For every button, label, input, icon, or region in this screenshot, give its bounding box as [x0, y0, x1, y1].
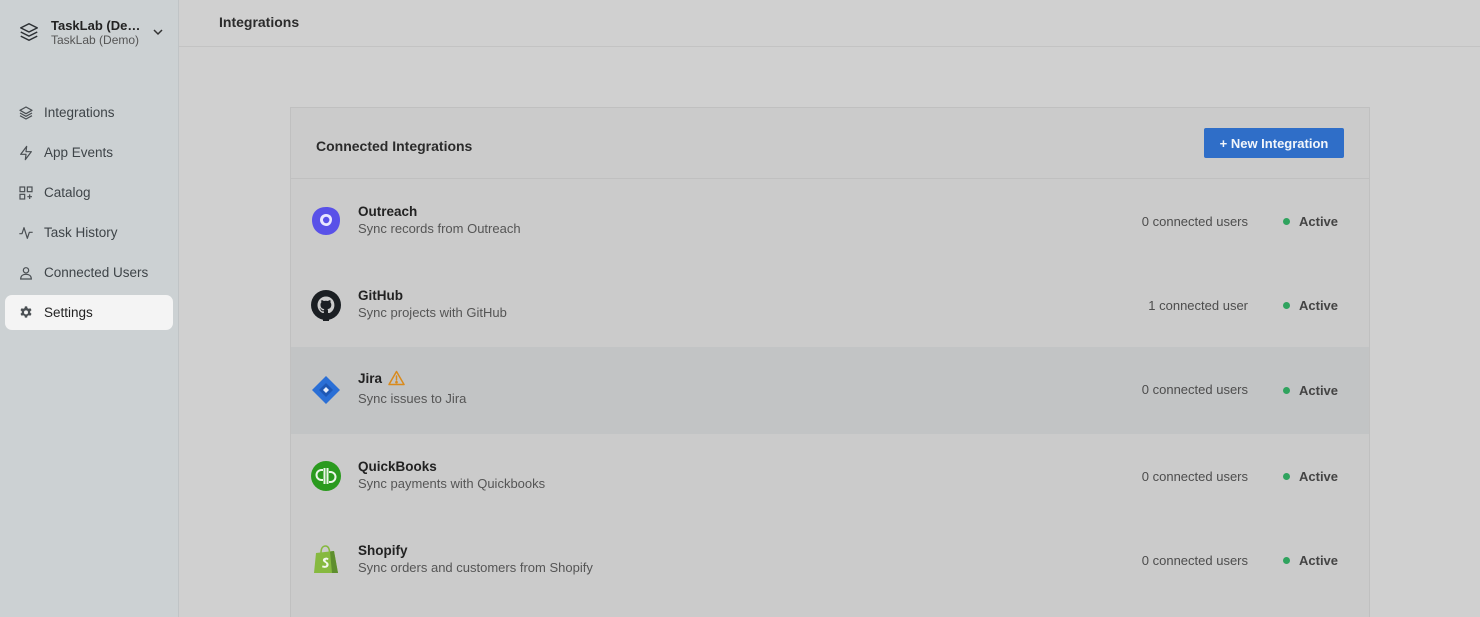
- sidebar-item-label: Catalog: [44, 185, 91, 200]
- sidebar-item-settings[interactable]: Settings: [5, 295, 173, 330]
- quickbooks-logo-icon: [310, 460, 342, 492]
- sidebar-item-label: Integrations: [44, 105, 115, 120]
- status-label: Active: [1299, 383, 1339, 398]
- integration-name: Jira: [358, 370, 405, 386]
- connected-users-count: 0 connected users: [1141, 214, 1248, 229]
- workspace-subtitle: TaskLab (Demo): [51, 32, 140, 47]
- integration-name: Shopify: [358, 543, 408, 558]
- grid-add-icon: [18, 185, 34, 201]
- sidebar-item-integrations[interactable]: Integrations: [5, 95, 173, 130]
- workspace-switcher[interactable]: TaskLab (Demo) TaskLab (Demo): [10, 12, 170, 52]
- warning-icon[interactable]: [388, 370, 405, 386]
- connected-integrations-card: Connected Integrations + New Integration…: [290, 107, 1370, 617]
- status-badge: Active: [1283, 298, 1338, 313]
- page-title: Integrations: [219, 14, 300, 30]
- status-dot: [1283, 473, 1290, 480]
- card-title: Connected Integrations: [316, 138, 473, 154]
- integration-row-github[interactable]: GitHub Sync projects with GitHub 1 conne…: [291, 263, 1369, 347]
- top-bar: Integrations: [179, 0, 1480, 47]
- layers-icon: [18, 105, 34, 121]
- integration-name-text: Jira: [358, 370, 383, 386]
- sidebar: TaskLab (Demo) TaskLab (Demo) Integratio…: [0, 0, 179, 617]
- sidebar-item-catalog[interactable]: Catalog: [5, 175, 173, 210]
- integration-row-outreach[interactable]: Outreach Sync records from Outreach 0 co…: [291, 179, 1369, 263]
- sidebar-item-label: App Events: [44, 145, 114, 160]
- integration-description: Sync issues to Jira: [358, 391, 467, 406]
- outreach-logo-icon: [310, 205, 342, 237]
- status-label: Active: [1299, 214, 1339, 229]
- bolt-icon: [18, 145, 34, 161]
- integration-row-jira[interactable]: Jira Sync issues to Jira 0 connected use…: [291, 347, 1369, 434]
- connected-users-count: 1 connected user: [1148, 298, 1248, 313]
- integration-row-quickbooks[interactable]: QuickBooks Sync payments with Quickbooks…: [291, 434, 1369, 518]
- status-dot: [1283, 557, 1290, 564]
- sidebar-item-label: Task History: [44, 225, 118, 240]
- stack-icon: [18, 21, 40, 43]
- sidebar-item-task-history[interactable]: Task History: [5, 215, 173, 250]
- sidebar-item-app-events[interactable]: App Events: [5, 135, 173, 170]
- github-logo-icon: [310, 289, 342, 321]
- status-dot: [1283, 302, 1290, 309]
- integration-name: GitHub: [358, 288, 403, 303]
- status-badge: Active: [1283, 469, 1338, 484]
- sidebar-nav: Integrations App Events Catalog Task His…: [5, 95, 173, 335]
- status-badge: Active: [1283, 553, 1338, 568]
- sidebar-item-label: Connected Users: [44, 265, 149, 280]
- connected-users-count: 0 connected users: [1141, 553, 1248, 568]
- status-label: Active: [1299, 553, 1339, 568]
- sidebar-item-label: Settings: [44, 305, 93, 320]
- shopify-logo-icon: [310, 544, 342, 576]
- status-badge: Active: [1283, 214, 1338, 229]
- integration-description: Sync records from Outreach: [358, 221, 521, 236]
- sidebar-item-connected-users[interactable]: Connected Users: [5, 255, 173, 290]
- status-dot: [1283, 218, 1290, 225]
- status-dot: [1283, 387, 1290, 394]
- integration-name: Outreach: [358, 204, 418, 219]
- status-label: Active: [1299, 298, 1339, 313]
- connected-users-count: 0 connected users: [1141, 382, 1248, 397]
- integration-description: Sync projects with GitHub: [358, 305, 507, 320]
- status-badge: Active: [1283, 383, 1338, 398]
- new-integration-button[interactable]: + New Integration: [1204, 128, 1344, 158]
- workspace-name: TaskLab (Demo): [51, 17, 151, 33]
- gear-icon: [18, 305, 34, 321]
- integration-description: Sync orders and customers from Shopify: [358, 560, 593, 575]
- status-label: Active: [1299, 469, 1339, 484]
- jira-logo-icon: [310, 374, 342, 406]
- card-header: Connected Integrations + New Integration: [291, 108, 1369, 179]
- user-icon: [18, 265, 34, 281]
- chevron-down-icon: [151, 25, 165, 39]
- integration-row-shopify[interactable]: Shopify Sync orders and customers from S…: [291, 518, 1369, 602]
- integration-description: Sync payments with Quickbooks: [358, 476, 546, 491]
- connected-users-count: 0 connected users: [1141, 469, 1248, 484]
- activity-icon: [18, 225, 34, 241]
- integration-name: QuickBooks: [358, 459, 437, 474]
